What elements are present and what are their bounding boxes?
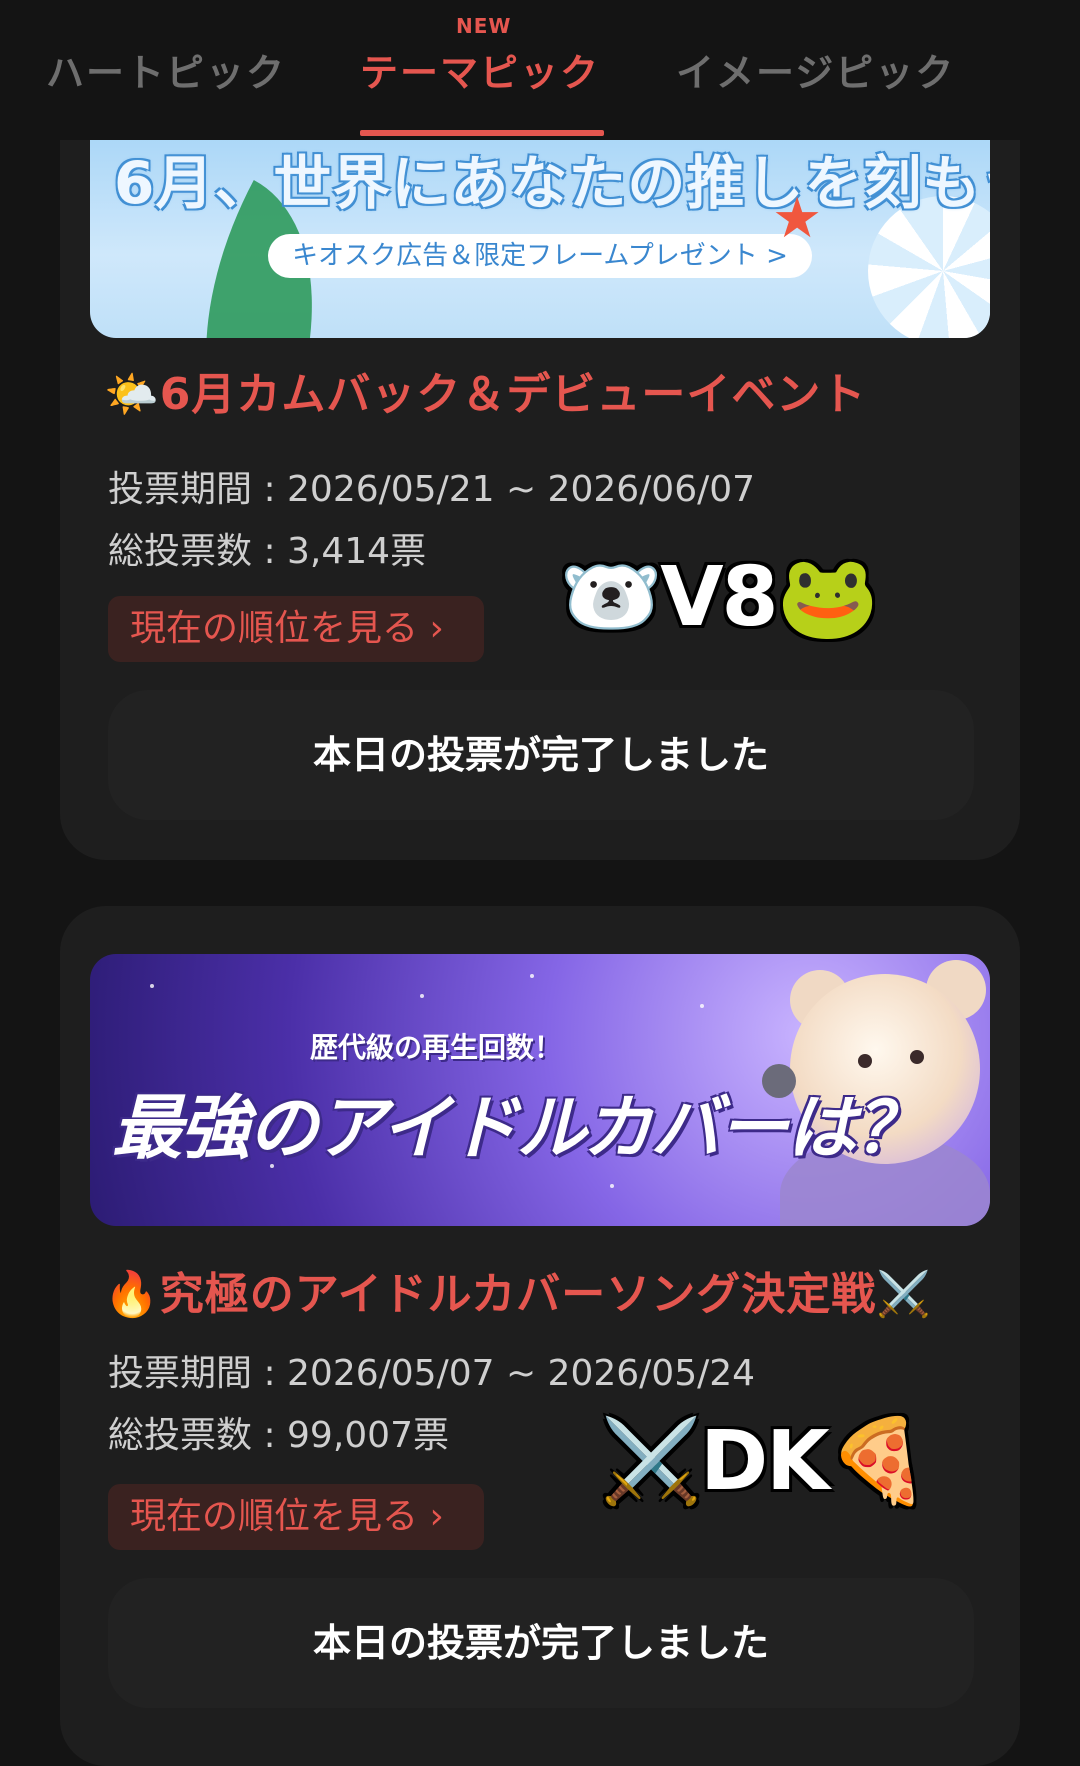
- event-title-text: 究極のアイドルカバーソング決定戦: [159, 1269, 877, 1320]
- event-title[interactable]: 🌤️6月カムバック＆デビューイベント: [104, 358, 866, 422]
- event-title-text: 6月カムバック＆デビューイベント: [159, 369, 867, 420]
- total-votes: 総投票数 : 99,007票: [108, 1415, 449, 1456]
- view-ranking-button[interactable]: 現在の順位を見る ›: [108, 596, 484, 662]
- tab-theme-pick[interactable]: テーマピック: [360, 42, 600, 97]
- vote-status: 本日の投票が完了しました: [108, 1578, 974, 1708]
- tab-image-pick[interactable]: イメージピック: [676, 42, 955, 97]
- crossed-swords-icon: ⚔️: [876, 1269, 933, 1320]
- new-badge: NEW: [456, 14, 512, 38]
- tab-bar: ハートピック NEW テーマピック イメージピック: [0, 0, 1080, 140]
- view-ranking-button[interactable]: 現在の順位を見る ›: [108, 1484, 484, 1550]
- banner-promo-pill[interactable]: キオスク広告＆限定フレームプレゼント >: [268, 234, 812, 278]
- event-banner[interactable]: 6月、世界にあなたの推しを刻もう キオスク広告＆限定フレームプレゼント > ★: [90, 130, 990, 338]
- banner-headline: 6月、世界にあなたの推しを刻もう: [114, 149, 990, 217]
- banner-headline: 最強のアイドルカバーは？: [112, 1087, 924, 1169]
- tab-heart-pick[interactable]: ハートピック: [46, 42, 286, 97]
- banner-subheadline: 歴代級の再生回数！: [310, 1031, 563, 1064]
- bear-eye: [858, 1054, 872, 1068]
- bear-eye: [910, 1050, 924, 1064]
- sun-cloud-icon: 🌤️: [104, 369, 160, 420]
- event-banner[interactable]: 歴代級の再生回数！ 最強のアイドルカバーは？: [90, 954, 990, 1226]
- voting-period: 投票期間 : 2026/05/21 ~ 2026/06/07: [108, 469, 756, 510]
- starfish-icon: ★: [772, 186, 823, 251]
- active-tab-indicator: [360, 130, 604, 136]
- event-title[interactable]: 🔥究極のアイドルカバーソング決定戦⚔️: [104, 1258, 932, 1322]
- vote-card: 歴代級の再生回数！ 最強のアイドルカバーは？ 🔥究極のアイドルカバーソング決定戦…: [60, 906, 1020, 1766]
- sticker-text: ⚔️DK🍕: [600, 1414, 930, 1509]
- fire-icon: 🔥: [104, 1269, 160, 1320]
- vote-status: 本日の投票が完了しました: [108, 690, 974, 820]
- vote-card: 6月、世界にあなたの推しを刻もう キオスク広告＆限定フレームプレゼント > ★ …: [60, 90, 1020, 860]
- total-votes: 総投票数 : 3,414票: [108, 531, 427, 572]
- voting-period: 投票期間 : 2026/05/07 ~ 2026/05/24: [108, 1353, 756, 1394]
- sticker-text: 🐻‍❄️V8🐸: [560, 550, 879, 645]
